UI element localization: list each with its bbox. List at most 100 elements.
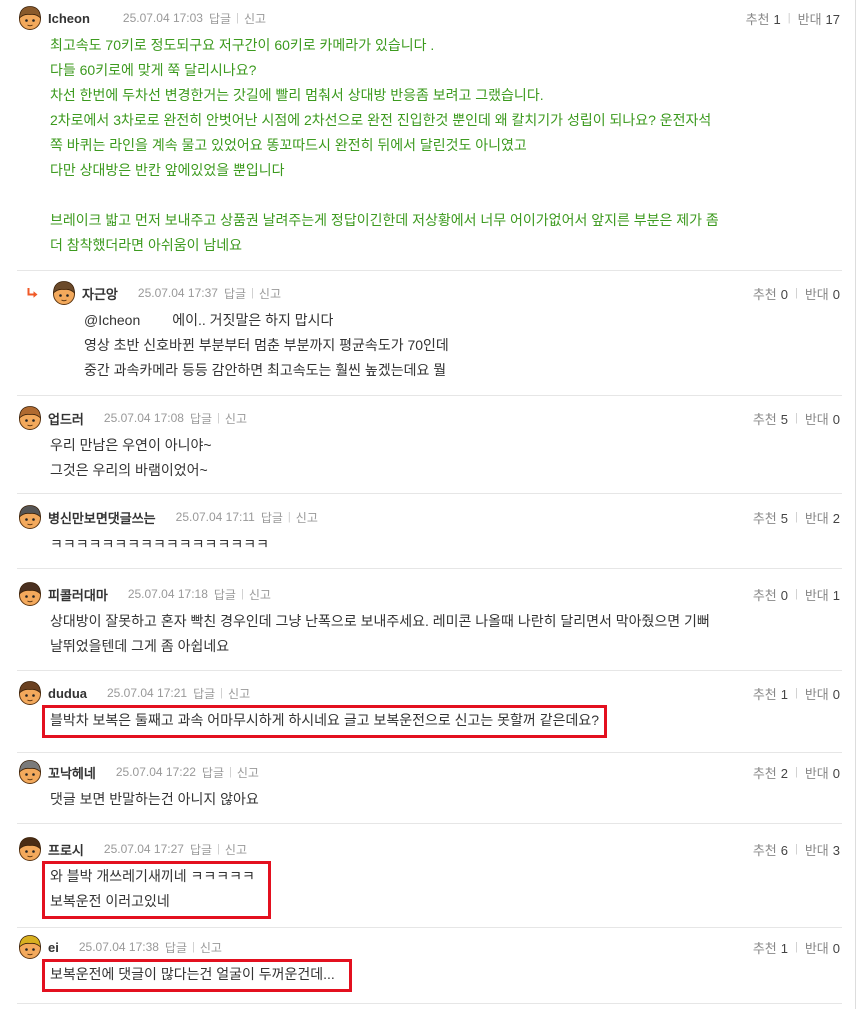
username[interactable]: 자근앙: [82, 284, 118, 303]
downvote-count: 0: [832, 765, 840, 781]
comment-date: 25.07.04 17:08: [103, 411, 184, 425]
avatar[interactable]: [51, 280, 77, 306]
upvote-button[interactable]: 추천 0: [753, 585, 788, 604]
username[interactable]: Icheon: [48, 11, 90, 26]
separator: |: [217, 843, 220, 855]
divider: [17, 270, 842, 271]
downvote-label: 반대: [804, 686, 829, 702]
comment-date: 25.07.04 17:21: [107, 686, 188, 700]
comment-body: @Icheon 에이.. 거짓말은 하지 맙시다 영상 초반 신호바뀐 부분부터 …: [0, 308, 858, 383]
username[interactable]: 피콜러대마: [48, 585, 108, 604]
comment-line: 차선 한번에 두차선 변경한거는 갓길에 빨리 멈춰서 상대방 반응좀 보려고 …: [50, 87, 544, 103]
report-link[interactable]: 신고: [228, 685, 250, 702]
report-link[interactable]: 신고: [249, 586, 271, 603]
report-link[interactable]: 신고: [259, 285, 281, 302]
username[interactable]: 꼬낙헤네: [48, 763, 96, 782]
vote-box: 추천 0 | 반대 0: [753, 280, 840, 306]
reply-link[interactable]: 답글: [209, 10, 231, 27]
report-link[interactable]: 신고: [225, 841, 247, 858]
downvote-button[interactable]: 반대 0: [805, 684, 840, 703]
report-link[interactable]: 신고: [200, 939, 222, 956]
username[interactable]: 병신만보면댓글쓰는: [48, 508, 156, 527]
upvote-button[interactable]: 추천 5: [753, 409, 788, 428]
downvote-count: 2: [832, 510, 840, 526]
reply-link[interactable]: 답글: [165, 939, 187, 956]
avatar[interactable]: [17, 836, 43, 862]
reply-link[interactable]: 답글: [193, 685, 215, 702]
username[interactable]: 프로시: [48, 840, 84, 859]
downvote-button[interactable]: 반대 0: [805, 284, 840, 303]
reply-link[interactable]: 답글: [224, 285, 246, 302]
upvote-button[interactable]: 추천 6: [753, 840, 788, 859]
comment-line: 블박차 보복은 둘째고 과속 어마무시하게 하시네요 글고 보복운전으로 신고는…: [50, 712, 600, 728]
downvote-button[interactable]: 반대 0: [805, 763, 840, 782]
separator: |: [240, 588, 244, 600]
username[interactable]: dudua: [48, 686, 87, 701]
upvote-label: 추천: [752, 587, 777, 603]
comment-date: 25.07.04 17:37: [137, 286, 218, 300]
reply-link[interactable]: 답글: [202, 764, 224, 781]
upvote-label: 추천: [752, 411, 777, 427]
upvote-button[interactable]: 추천 5: [753, 508, 788, 527]
avatar[interactable]: [17, 405, 43, 431]
comment-header: dudua 25.07.04 17:21 답글 | 신고 추천 1 | 반대 0: [0, 680, 858, 706]
comment-header: 꼬낙헤네 25.07.04 17:22 답글 | 신고 추천 2 | 반대 0: [0, 759, 858, 785]
report-link[interactable]: 신고: [296, 509, 318, 526]
comment: 업드러 25.07.04 17:08 답글 | 신고 추천 5 | 반대 0 우리 …: [0, 405, 858, 483]
comment: dudua 25.07.04 17:21 답글 | 신고 추천 1 | 반대 0 블…: [0, 680, 858, 738]
avatar[interactable]: [17, 5, 43, 31]
upvote-button[interactable]: 추천 0: [753, 284, 788, 303]
upvote-button[interactable]: 추천 1: [746, 9, 781, 28]
comment: 꼬낙헤네 25.07.04 17:22 답글 | 신고 추천 2 | 반대 0 댓글…: [0, 759, 858, 812]
reply-link[interactable]: 답글: [190, 410, 212, 427]
comment-line: 다들 60키로에 맞게 쭉 달리시나요?: [50, 62, 257, 78]
reply-link[interactable]: 답글: [214, 586, 236, 603]
avatar[interactable]: [17, 759, 43, 785]
reply-link[interactable]: 답글: [190, 841, 212, 858]
separator: |: [794, 287, 798, 299]
comment-line: 와 블박 개쓰레기새끼네 ㅋㅋㅋㅋㅋ: [50, 868, 255, 884]
downvote-button[interactable]: 반대 17: [798, 9, 840, 28]
downvote-button[interactable]: 반대 2: [805, 508, 840, 527]
username[interactable]: 업드러: [48, 409, 84, 428]
comment-line: 댓글 보면 반말하는건 아니지 않아요: [50, 791, 259, 807]
user-mention-link[interactable]: @Icheon: [84, 312, 140, 328]
upvote-count: 5: [780, 411, 788, 427]
report-link[interactable]: 신고: [225, 410, 247, 427]
reply-link[interactable]: 답글: [261, 509, 283, 526]
upvote-button[interactable]: 추천 1: [753, 684, 788, 703]
downvote-count: 3: [832, 842, 840, 858]
comment-line: 다만 상대방은 반칸 앞에있었을 뿐입니다: [50, 162, 285, 178]
comment-header: 프로시 25.07.04 17:27 답글 | 신고 추천 6 | 반대 3: [0, 836, 858, 862]
downvote-label: 반대: [804, 510, 829, 526]
report-link[interactable]: 신고: [237, 764, 259, 781]
upvote-button[interactable]: 추천 2: [753, 763, 788, 782]
upvote-button[interactable]: 추천 1: [753, 938, 788, 957]
downvote-button[interactable]: 반대 0: [805, 409, 840, 428]
downvote-button[interactable]: 반대 3: [805, 840, 840, 859]
avatar[interactable]: [17, 504, 43, 530]
downvote-button[interactable]: 반대 0: [805, 938, 840, 957]
highlight-box: 블박차 보복은 둘째고 과속 어마무시하게 하시네요 글고 보복운전으로 신고는…: [42, 705, 608, 738]
comment-line: 우리 만남은 우연이 아니야~: [50, 437, 212, 453]
separator: |: [236, 12, 239, 24]
comment-header: 병신만보면댓글쓰는 25.07.04 17:11 답글 | 신고 추천 5 | 반…: [0, 504, 858, 530]
comment-line: 최고속도 70키로 정도되구요 저구간이 60키로 카메라가 있습니다 .: [50, 37, 435, 53]
divider: [17, 395, 842, 396]
vote-box: 추천 1 | 반대 0: [753, 680, 840, 706]
report-link[interactable]: 신고: [244, 10, 266, 27]
username[interactable]: ei: [48, 940, 59, 955]
avatar[interactable]: [17, 581, 43, 607]
comment-date: 25.07.04 17:38: [78, 940, 159, 954]
separator: |: [794, 588, 798, 600]
vote-box: 추천 6 | 반대 3: [753, 836, 840, 862]
avatar[interactable]: [17, 934, 43, 960]
upvote-count: 1: [780, 940, 788, 956]
divider: [17, 823, 842, 824]
avatar[interactable]: [17, 680, 43, 706]
comment-body: 상대방이 잘못하고 혼자 빡친 경우인데 그냥 난폭으로 보내주세요. 레미콘 …: [0, 609, 858, 659]
downvote-count: 17: [825, 11, 840, 27]
downvote-button[interactable]: 반대 1: [805, 585, 840, 604]
downvote-label: 반대: [804, 940, 829, 956]
